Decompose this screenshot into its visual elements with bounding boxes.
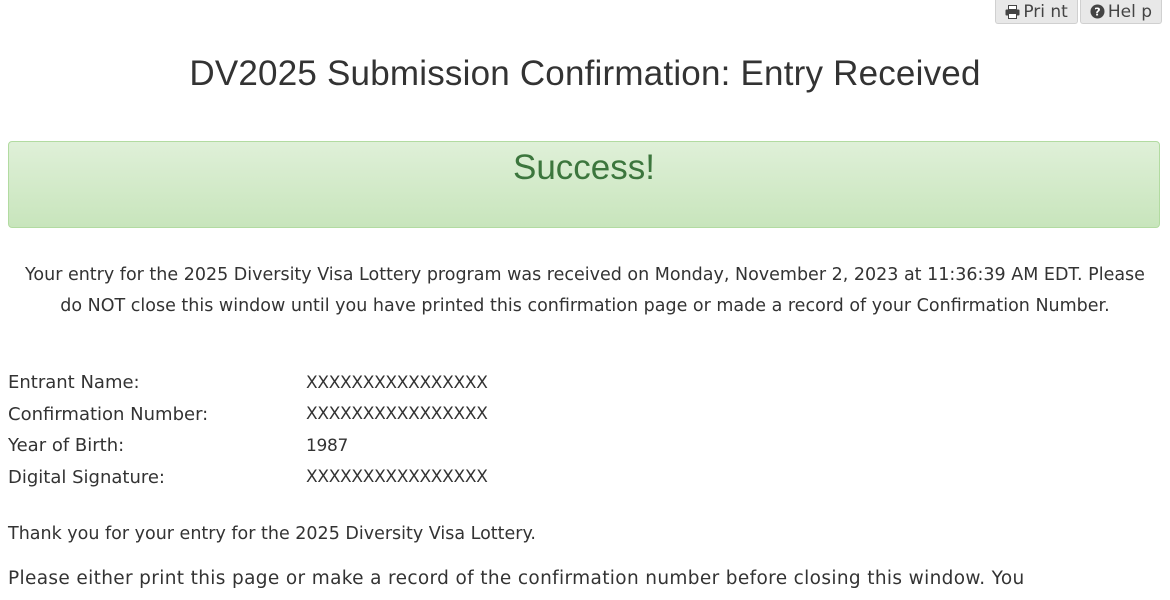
year-of-birth-value: 1987 xyxy=(306,435,349,456)
svg-text:?: ? xyxy=(1094,6,1100,19)
print-button[interactable]: Pri nt xyxy=(995,0,1078,24)
detail-row-confirmation-number: Confirmation Number: XXXXXXXXXXXXXXXX xyxy=(8,399,488,431)
year-of-birth-label: Year of Birth: xyxy=(8,435,125,457)
printer-icon xyxy=(1005,4,1020,19)
help-button[interactable]: ? Hel p xyxy=(1079,0,1162,24)
digital-signature-label: Digital Signature: xyxy=(8,466,165,488)
success-alert-text: Success! xyxy=(513,148,655,187)
confirmation-number-value: XXXXXXXXXXXXXXXX xyxy=(306,404,488,425)
page-title: DV2025 Submission Confirmation: Entry Re… xyxy=(189,54,981,93)
help-label: Hel p xyxy=(1107,1,1152,22)
confirmation-page: Pri nt ? Hel p DV2025 Submission Confirm… xyxy=(0,0,1170,600)
detail-row-year-of-birth: Year of Birth: 1987 xyxy=(8,430,488,462)
entrant-name-value: XXXXXXXXXXXXXXXX xyxy=(306,372,488,393)
detail-row-entrant-name: Entrant Name: XXXXXXXXXXXXXXXX xyxy=(8,367,488,399)
digital-signature-value: XXXXXXXXXXXXXXXX xyxy=(306,467,488,488)
print-instructions-text: Please either print this page or make a … xyxy=(8,568,1025,589)
question-circle-icon: ? xyxy=(1090,4,1105,19)
thank-you-text: Thank you for your entry for the 2025 Di… xyxy=(8,524,536,544)
confirmation-number-label: Confirmation Number: xyxy=(8,403,209,425)
print-label: Pri nt xyxy=(1023,1,1068,22)
entrant-name-label: Entrant Name: xyxy=(8,372,140,394)
toolbar: Pri nt ? Hel p xyxy=(995,0,1162,26)
success-alert: Success! xyxy=(8,141,1160,228)
entry-received-notice: Your entry for the 2025 Diversity Visa L… xyxy=(25,265,1145,316)
entry-details-table: Entrant Name: XXXXXXXXXXXXXXXX Confirmat… xyxy=(8,367,488,493)
detail-row-digital-signature: Digital Signature: XXXXXXXXXXXXXXXX xyxy=(8,462,488,494)
